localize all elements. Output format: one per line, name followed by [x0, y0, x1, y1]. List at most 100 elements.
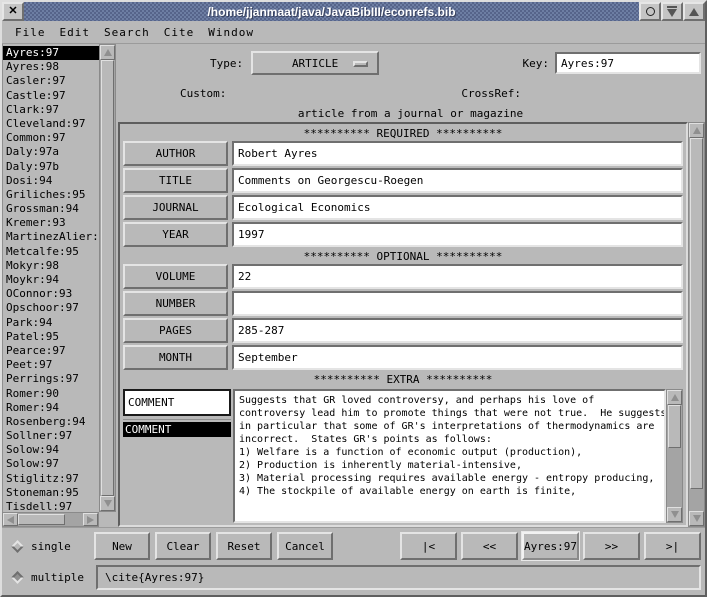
scrollbar-thumb[interactable]	[101, 60, 114, 496]
list-item[interactable]: Daly:97b	[3, 160, 99, 174]
list-item[interactable]: Romer:94	[3, 401, 99, 415]
list-item[interactable]: Peet:97	[3, 358, 99, 372]
list-item[interactable]: Pearce:97	[3, 344, 99, 358]
list-item[interactable]: Grossman:94	[3, 202, 99, 216]
list-item[interactable]: Moykr:94	[3, 273, 99, 287]
cancel-button[interactable]: Cancel	[277, 532, 333, 560]
field-label-button-number[interactable]: NUMBER	[123, 291, 228, 316]
field-label-button-pages[interactable]: PAGES	[123, 318, 228, 343]
content-area: Ayres:97Ayres:98Casler:97Castle:97Clark:…	[2, 44, 705, 527]
extra-field-name-input[interactable]: COMMENT	[123, 389, 231, 416]
field-input-month[interactable]: September	[232, 345, 683, 370]
field-label-button-author[interactable]: AUTHOR	[123, 141, 228, 166]
cite-string-input[interactable]: \cite{Ayres:97}	[96, 565, 701, 590]
scroll-down-button[interactable]	[667, 507, 682, 522]
scroll-right-button[interactable]	[83, 513, 98, 526]
window-title: /home/jjanmaat/java/JavaBibIII/econrefs.…	[24, 2, 639, 21]
list-item[interactable]: Park:94	[3, 316, 99, 330]
maximize-button[interactable]	[683, 2, 705, 21]
list-item[interactable]: Metcalfe:95	[3, 245, 99, 259]
first-record-button[interactable]: |<	[400, 532, 457, 560]
reset-button[interactable]: Reset	[216, 532, 272, 560]
field-input-journal[interactable]: Ecological Economics	[232, 195, 683, 220]
list-item[interactable]: Solow:97	[3, 457, 99, 471]
list-item[interactable]: Sollner:97	[3, 429, 99, 443]
iconify-button[interactable]	[661, 2, 683, 21]
list-item[interactable]: Patel:95	[3, 330, 99, 344]
scroll-down-button[interactable]	[689, 511, 704, 526]
single-radio-icon[interactable]	[11, 540, 24, 553]
field-input-year[interactable]: 1997	[232, 222, 683, 247]
extra-field-list-item[interactable]: COMMENT	[123, 422, 231, 437]
multiple-radio-icon[interactable]	[11, 571, 24, 584]
field-label-button-title[interactable]: TITLE	[123, 168, 228, 193]
menu-file[interactable]: File	[15, 26, 46, 39]
fields-panel: ********** REQUIRED ********** AUTHORRob…	[118, 122, 688, 527]
list-item[interactable]: Daly:97a	[3, 145, 99, 159]
wm-menu-button[interactable]	[639, 2, 661, 21]
field-input-volume[interactable]: 22	[232, 264, 683, 289]
field-input-number[interactable]	[232, 291, 683, 316]
list-item[interactable]: Mokyr:98	[3, 259, 99, 273]
field-input-pages[interactable]: 285-287	[232, 318, 683, 343]
list-item[interactable]: Cleveland:97	[3, 117, 99, 131]
list-item[interactable]: Solow:94	[3, 443, 99, 457]
previous-record-button[interactable]: <<	[461, 532, 518, 560]
field-input-author[interactable]: Robert Ayres	[232, 141, 683, 166]
list-item[interactable]: Rosenberg:94	[3, 415, 99, 429]
menu-search[interactable]: Search	[104, 26, 150, 39]
close-button[interactable]: ✕	[2, 2, 24, 21]
clear-button[interactable]: Clear	[155, 532, 211, 560]
list-item[interactable]: Kremer:93	[3, 216, 99, 230]
cite-mode-multiple[interactable]: multiple	[6, 571, 94, 584]
field-label-button-month[interactable]: MONTH	[123, 345, 228, 370]
scroll-up-button[interactable]	[689, 123, 704, 138]
list-item[interactable]: Tisdell:97	[3, 500, 99, 512]
field-label-button-year[interactable]: YEAR	[123, 222, 228, 247]
menu-window[interactable]: Window	[208, 26, 254, 39]
list-item[interactable]: Griliches:95	[3, 188, 99, 202]
list-item[interactable]: MartinezAlier:97	[3, 230, 99, 244]
multiple-radio-label: multiple	[31, 571, 84, 584]
scroll-left-button[interactable]	[3, 513, 18, 526]
sidebar-horizontal-scrollbar[interactable]	[2, 512, 99, 527]
list-item[interactable]: Casler:97	[3, 74, 99, 88]
list-item[interactable]: Stiglitz:97	[3, 472, 99, 486]
type-option-menu[interactable]: ARTICLE	[251, 51, 379, 75]
list-item[interactable]: Ayres:97	[3, 46, 99, 60]
list-item[interactable]: Stoneman:95	[3, 486, 99, 500]
main-vertical-scrollbar[interactable]	[688, 122, 705, 527]
field-label-button-volume[interactable]: VOLUME	[123, 264, 228, 289]
scroll-up-button[interactable]	[100, 45, 115, 60]
menu-cite[interactable]: Cite	[164, 26, 195, 39]
scrollbar-thumb[interactable]	[668, 405, 681, 448]
list-item[interactable]: Romer:90	[3, 387, 99, 401]
next-record-button[interactable]: >>	[583, 532, 640, 560]
list-item[interactable]: Dosi:94	[3, 174, 99, 188]
cite-mode-single[interactable]: single	[6, 540, 94, 553]
field-label-button-journal[interactable]: JOURNAL	[123, 195, 228, 220]
close-icon: ✕	[8, 6, 17, 17]
sidebar-vertical-scrollbar[interactable]	[99, 44, 116, 512]
new-button[interactable]: New	[94, 532, 150, 560]
list-item[interactable]: OConnor:93	[3, 287, 99, 301]
comment-textarea[interactable]: Suggests that GR loved controversy, and …	[233, 389, 666, 523]
key-input[interactable]: Ayres:97	[555, 52, 701, 74]
last-record-button[interactable]: >|	[644, 532, 701, 560]
list-item[interactable]: Clark:97	[3, 103, 99, 117]
field-input-title[interactable]: Comments on Georgescu-Roegen	[232, 168, 683, 193]
list-item[interactable]: Castle:97	[3, 89, 99, 103]
scroll-down-button[interactable]	[100, 496, 115, 511]
menu-edit[interactable]: Edit	[60, 26, 91, 39]
comment-vertical-scrollbar[interactable]	[666, 389, 683, 523]
list-item[interactable]: Opschoor:97	[3, 301, 99, 315]
field-row: JOURNALEcological Economics	[123, 195, 683, 220]
current-record-button[interactable]: Ayres:97	[522, 532, 579, 560]
list-item[interactable]: Ayres:98	[3, 60, 99, 74]
list-item[interactable]: Perrings:97	[3, 372, 99, 386]
circle-icon	[646, 7, 655, 16]
list-item[interactable]: Common:97	[3, 131, 99, 145]
scroll-up-button[interactable]	[667, 390, 682, 405]
scrollbar-thumb[interactable]	[690, 138, 703, 489]
scrollbar-thumb[interactable]	[18, 514, 65, 525]
